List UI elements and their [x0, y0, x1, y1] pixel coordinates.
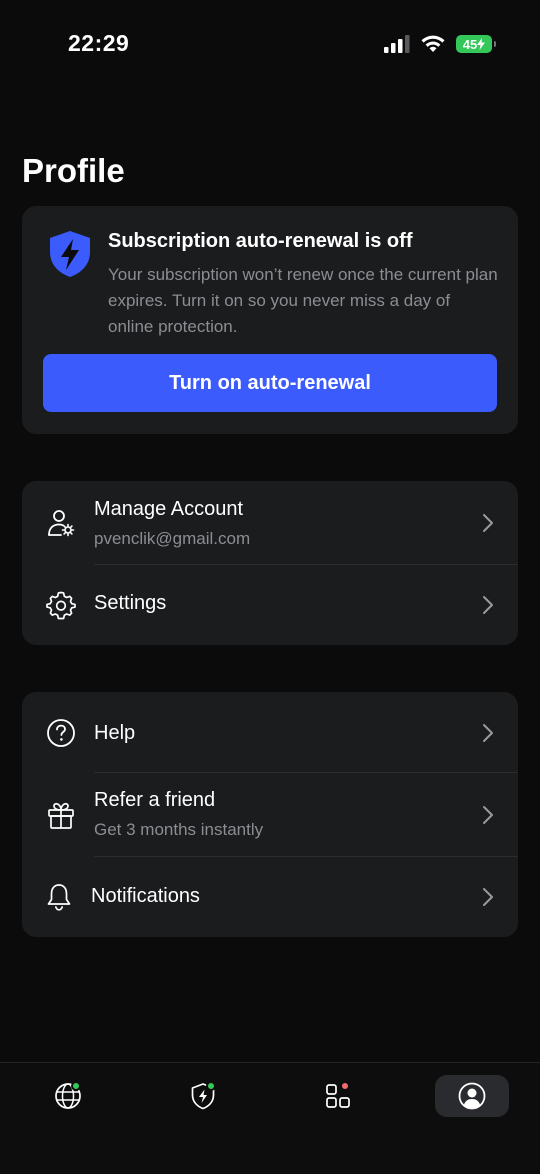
- status-time: 22:29: [68, 30, 130, 56]
- manage-account-label: Manage Account: [94, 498, 243, 520]
- user-settings-icon: [48, 510, 75, 537]
- account-email: pvenclik@gmail.com: [94, 529, 251, 548]
- chevron-right-icon: [483, 888, 493, 906]
- gear-icon: [46, 591, 76, 620]
- turn-on-auto-renewal-button[interactable]: Turn on auto-renewal: [43, 354, 497, 412]
- tab-shield[interactable]: [166, 1075, 240, 1117]
- chevron-right-icon: [483, 806, 493, 824]
- subscription-title: Subscription auto-renewal is off: [108, 230, 413, 252]
- charging-bolt-icon: [477, 38, 486, 50]
- subscription-description: Your subscription won’t renew once the c…: [108, 265, 498, 336]
- help-question-icon: [47, 719, 75, 747]
- subscription-card: Subscription auto-renewal is off Your su…: [22, 206, 518, 434]
- tab-bar: [0, 1062, 540, 1174]
- refer-friend-sub: Get 3 months instantly: [94, 820, 264, 839]
- shield-tab-badge: [206, 1081, 216, 1091]
- wifi-icon: [421, 35, 445, 52]
- settings-label: Settings: [94, 592, 167, 614]
- account-section: Manage Account pvenclik@gmail.com Settin…: [22, 481, 518, 645]
- notifications-row[interactable]: Notifications: [22, 857, 518, 937]
- refer-friend-label: Refer a friend: [94, 789, 216, 811]
- profile-icon: [458, 1082, 486, 1110]
- tab-globe[interactable]: [31, 1075, 105, 1117]
- bell-icon: [47, 884, 71, 911]
- chevron-right-icon: [483, 724, 493, 742]
- settings-row[interactable]: Settings: [22, 565, 518, 645]
- tab-apps[interactable]: [301, 1075, 375, 1117]
- chevron-right-icon: [483, 514, 493, 532]
- battery-indicator: 45: [456, 35, 496, 53]
- globe-tab-badge: [71, 1081, 81, 1091]
- manage-account-row[interactable]: Manage Account pvenclik@gmail.com: [22, 481, 518, 565]
- tab-profile[interactable]: [435, 1075, 509, 1117]
- battery-level: 45: [462, 36, 478, 52]
- help-label: Help: [94, 722, 136, 744]
- cellular-signal-icon: [384, 35, 410, 53]
- page-title: Profile: [22, 152, 125, 189]
- apps-tab-badge: [340, 1081, 350, 1091]
- status-bar: 22:29 45: [0, 0, 540, 90]
- status-icons: 45: [384, 34, 496, 54]
- help-row[interactable]: Help: [22, 692, 518, 772]
- gift-icon: [48, 802, 74, 829]
- support-section: Help Refer a friend Get 3 months instant…: [22, 692, 518, 937]
- chevron-right-icon: [483, 596, 493, 614]
- shield-bolt-icon: [50, 231, 90, 277]
- notifications-label: Notifications: [91, 885, 200, 907]
- refer-friend-row[interactable]: Refer a friend Get 3 months instantly: [22, 773, 518, 856]
